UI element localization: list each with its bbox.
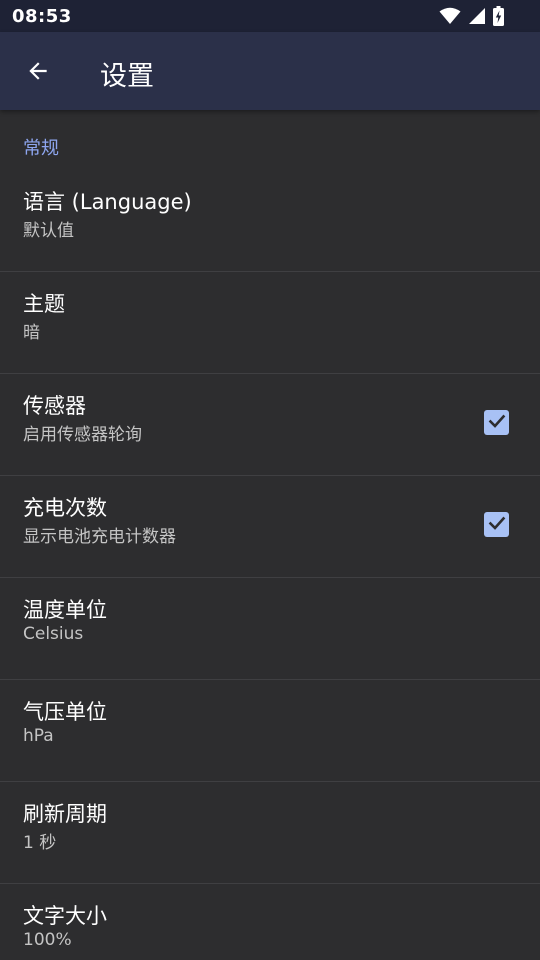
- pref-summary: 暗: [23, 323, 40, 343]
- settings-list[interactable]: 常规 语言 (Language) 默认值 主题 暗 传感器 启用传感器轮询 充电…: [0, 110, 540, 960]
- pref-charge-count[interactable]: 充电次数 显示电池充电计数器: [0, 476, 540, 578]
- pref-title: 充电次数: [23, 496, 107, 520]
- status-time: 08:53: [12, 6, 72, 27]
- pref-title: 文字大小: [23, 904, 107, 928]
- pref-summary: 启用传感器轮询: [23, 425, 142, 445]
- pref-theme[interactable]: 主题 暗: [0, 272, 540, 374]
- pref-summary: 默认值: [23, 221, 74, 241]
- pref-language[interactable]: 语言 (Language) 默认值: [0, 170, 540, 272]
- charge-count-checkbox[interactable]: [484, 512, 509, 537]
- app-bar: 设置: [0, 32, 540, 110]
- arrow-left-icon: [25, 58, 51, 88]
- back-button[interactable]: [18, 53, 58, 93]
- pref-temperature-unit[interactable]: 温度单位 Celsius: [0, 578, 540, 680]
- cellular-signal-icon: [468, 7, 486, 29]
- page-title: 设置: [100, 61, 154, 92]
- pref-summary: 100%: [23, 930, 72, 950]
- status-icons: [439, 6, 504, 30]
- sensors-checkbox[interactable]: [484, 410, 509, 435]
- pref-summary: 显示电池充电计数器: [23, 527, 176, 547]
- pref-title: 传感器: [23, 394, 86, 418]
- pref-title: 语言 (Language): [23, 190, 192, 214]
- section-header-general: 常规: [23, 138, 59, 159]
- pref-summary: 1 秒: [23, 833, 57, 853]
- pref-sensors[interactable]: 传感器 启用传感器轮询: [0, 374, 540, 476]
- battery-charging-icon: [493, 6, 504, 30]
- pref-title: 气压单位: [23, 700, 107, 724]
- pref-title: 温度单位: [23, 598, 107, 622]
- pref-pressure-unit[interactable]: 气压单位 hPa: [0, 680, 540, 782]
- pref-title: 主题: [23, 292, 65, 316]
- pref-text-size[interactable]: 文字大小 100%: [0, 884, 540, 960]
- pref-title: 刷新周期: [23, 802, 107, 826]
- pref-summary: Celsius: [23, 624, 84, 644]
- pref-summary: hPa: [23, 726, 54, 746]
- pref-refresh-period[interactable]: 刷新周期 1 秒: [0, 782, 540, 884]
- checkmark-icon: [487, 411, 507, 435]
- status-bar: 08:53: [0, 0, 540, 32]
- wifi-icon: [439, 7, 461, 29]
- checkmark-icon: [487, 513, 507, 537]
